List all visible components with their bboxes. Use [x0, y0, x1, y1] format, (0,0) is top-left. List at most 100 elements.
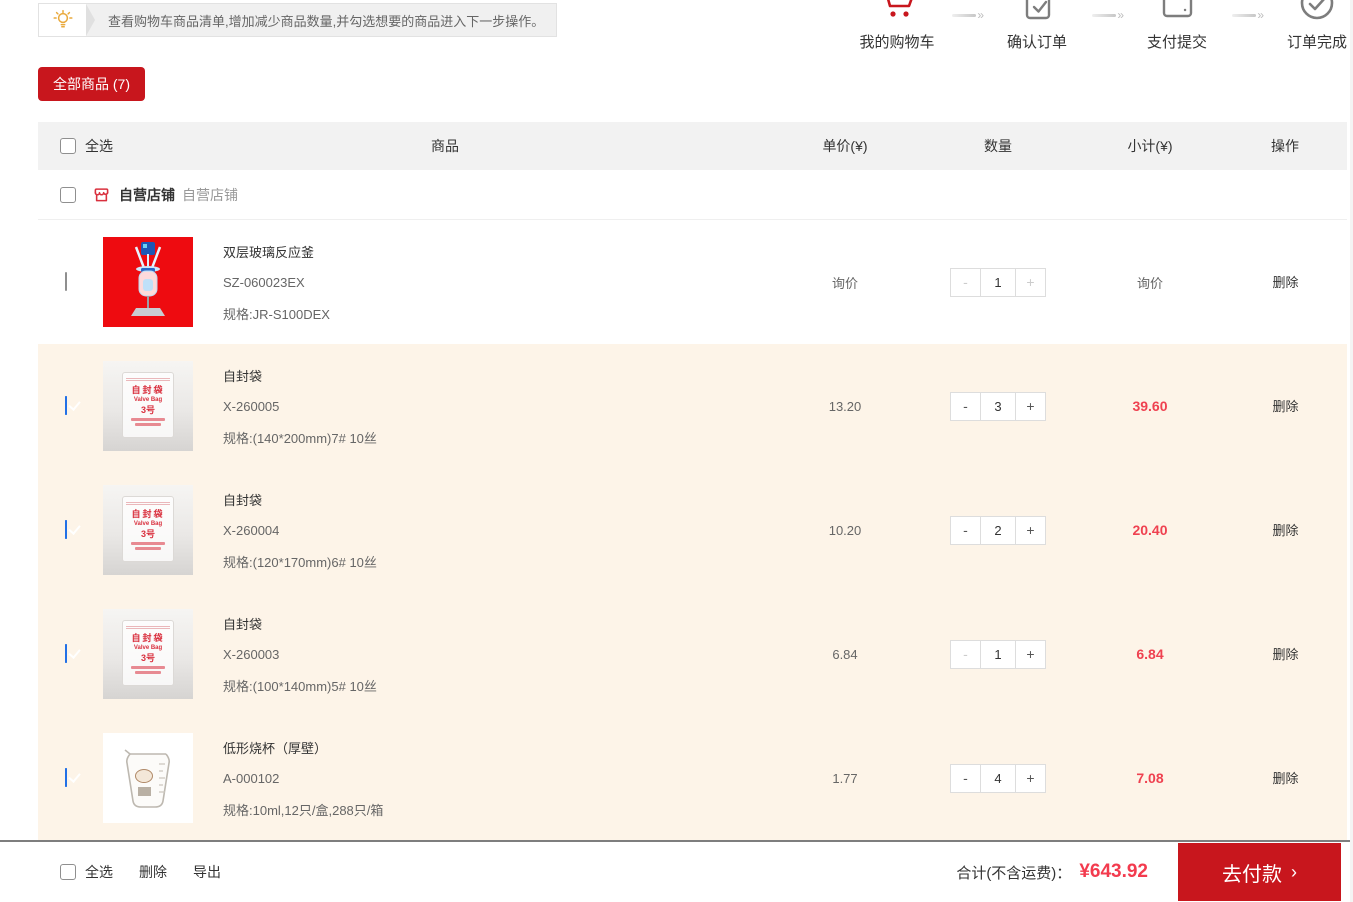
quantity-increase-button[interactable]: +	[1015, 393, 1045, 420]
tip-text: 查看购物车商品清单,增加减少商品数量,并勾选想要的商品进入下一步操作。	[108, 11, 544, 30]
unit-price: 13.20	[770, 399, 920, 414]
step-label: 我的购物车	[859, 31, 934, 52]
quantity-decrease-button[interactable]: -	[951, 641, 981, 668]
column-header-quantity: 数量	[984, 136, 1012, 156]
bag-photo-text: Valve Bag	[123, 644, 173, 652]
unit-price: 1.77	[770, 771, 920, 786]
store-icon	[92, 185, 111, 204]
delete-link[interactable]: 删除	[1272, 771, 1298, 786]
item-subtotal: 20.40	[1076, 522, 1224, 538]
select-all-label: 全选	[85, 136, 113, 156]
tip-bar: 查看购物车商品清单,增加减少商品数量,并勾选想要的商品进入下一步操作。	[38, 3, 557, 37]
table-header: 全选 商品 单价(¥) 数量 小计(¥) 操作	[38, 122, 1347, 170]
product-image[interactable]	[103, 733, 193, 823]
total-label: 合计(不含运费)：	[956, 862, 1071, 883]
product-title[interactable]: 双层玻璃反应釜	[223, 242, 770, 261]
footer-select-all-label[interactable]: 全选	[85, 862, 113, 882]
quantity-increase-button[interactable]: +	[1015, 517, 1045, 544]
quantity-input[interactable]	[981, 765, 1015, 792]
shopping-cart-page: 查看购物车商品清单,增加减少商品数量,并勾选想要的商品进入下一步操作。 我的购物…	[0, 0, 1353, 902]
quantity-increase-button[interactable]: +	[1015, 765, 1045, 792]
footer-select-all-checkbox[interactable]	[60, 864, 76, 880]
checkout-button-label: 去付款	[1222, 858, 1282, 887]
chevron-right-icon: ›	[1291, 863, 1297, 881]
item-checkbox[interactable]	[65, 520, 67, 539]
product-code: X-260004	[223, 523, 770, 538]
quantity-stepper: - +	[950, 640, 1046, 669]
store-checkbox[interactable]	[60, 187, 76, 203]
order-confirm-icon	[1015, 0, 1059, 24]
footer-delete-link[interactable]: 删除	[139, 862, 167, 882]
cart-icon	[875, 0, 919, 24]
select-all-checkbox[interactable]	[60, 138, 76, 154]
bag-photo-text: 自封袋	[123, 385, 173, 396]
product-title[interactable]: 低形烧杯（厚壁）	[223, 738, 770, 757]
bag-photo-text: Valve Bag	[123, 520, 173, 528]
delete-link[interactable]: 删除	[1272, 275, 1298, 290]
tip-arrow-icon	[86, 4, 95, 36]
delete-link[interactable]: 删除	[1272, 399, 1298, 414]
item-checkbox[interactable]	[65, 768, 67, 787]
product-image[interactable]: 自封袋 Valve Bag 3号	[103, 361, 193, 451]
item-subtotal: 6.84	[1076, 646, 1224, 662]
quantity-input[interactable]	[981, 269, 1015, 296]
quantity-input[interactable]	[981, 517, 1015, 544]
step-order-complete: 订单完成	[1262, 0, 1353, 52]
quantity-decrease-button[interactable]: -	[951, 393, 981, 420]
item-checkbox[interactable]	[65, 272, 67, 291]
delete-link[interactable]: 删除	[1272, 647, 1298, 662]
unit-price: 6.84	[770, 647, 920, 662]
product-title[interactable]: 自封袋	[223, 490, 770, 509]
unit-price: 10.20	[770, 523, 920, 538]
product-title[interactable]: 自封袋	[223, 366, 770, 385]
total-value: ¥643.92	[1079, 861, 1148, 883]
bag-photo-text: 自封袋	[123, 633, 173, 644]
quantity-stepper: - +	[950, 764, 1046, 793]
footer-bar: 全选 删除 导出 合计(不含运费)： ¥643.92 去付款 ›	[0, 840, 1353, 902]
product-spec: 规格:(120*170mm)6# 10丝	[223, 552, 770, 571]
footer-export-link[interactable]: 导出	[193, 862, 221, 882]
product-image[interactable]: 自封袋 Valve Bag 3号	[103, 609, 193, 699]
product-image[interactable]: 自封袋 Valve Bag 3号	[103, 485, 193, 575]
quantity-input[interactable]	[981, 641, 1015, 668]
column-header-subtotal: 小计(¥)	[1127, 136, 1172, 156]
item-checkbox[interactable]	[65, 396, 67, 415]
quantity-decrease-button[interactable]: -	[951, 517, 981, 544]
item-subtotal: 询价	[1076, 273, 1224, 292]
step-label: 确认订单	[1007, 31, 1067, 52]
product-spec: 规格:(100*140mm)5# 10丝	[223, 676, 770, 695]
item-checkbox[interactable]	[65, 644, 67, 663]
quantity-input[interactable]	[981, 393, 1015, 420]
product-code: X-260005	[223, 399, 770, 414]
step-connector-icon: »	[1232, 9, 1262, 21]
product-image[interactable]	[103, 237, 193, 327]
product-spec: 规格:10ml,12只/盒,288只/箱	[223, 800, 770, 819]
bag-photo-text: 3号	[123, 404, 173, 416]
quantity-decrease-button[interactable]: -	[951, 269, 981, 296]
step-label: 订单完成	[1287, 31, 1347, 52]
product-code: A-000102	[223, 771, 770, 786]
lightbulb-icon	[39, 4, 86, 36]
column-header-actions: 操作	[1271, 136, 1299, 156]
quantity-increase-button[interactable]: +	[1015, 269, 1045, 296]
bag-photo-text: 3号	[123, 528, 173, 540]
quantity-decrease-button[interactable]: -	[951, 765, 981, 792]
cart-table: 全选 商品 单价(¥) 数量 小计(¥) 操作 自营店铺 自营店铺	[38, 122, 1347, 840]
quantity-increase-button[interactable]: +	[1015, 641, 1045, 668]
all-products-tab[interactable]: 全部商品 (7)	[38, 67, 145, 101]
cart-item-row: 低形烧杯（厚壁） A-000102 规格:10ml,12只/盒,288只/箱 1…	[38, 716, 1347, 840]
item-subtotal: 7.08	[1076, 770, 1224, 786]
store-name[interactable]: 自营店铺	[119, 185, 175, 205]
step-my-cart: 我的购物车	[842, 0, 952, 52]
order-complete-icon	[1295, 0, 1339, 24]
step-label: 支付提交	[1147, 31, 1207, 52]
step-confirm-order: 确认订单	[982, 0, 1092, 52]
product-code: SZ-060023EX	[223, 275, 770, 290]
bag-photo-text: 自封袋	[123, 509, 173, 520]
bag-photo-text: Valve Bag	[123, 396, 173, 404]
item-subtotal: 39.60	[1076, 398, 1224, 414]
delete-link[interactable]: 删除	[1272, 523, 1298, 538]
product-title[interactable]: 自封袋	[223, 614, 770, 633]
checkout-button[interactable]: 去付款 ›	[1178, 843, 1341, 901]
cart-item-row: 自封袋 Valve Bag 3号 自封袋 X-260003 规格:(100*14…	[38, 592, 1347, 716]
